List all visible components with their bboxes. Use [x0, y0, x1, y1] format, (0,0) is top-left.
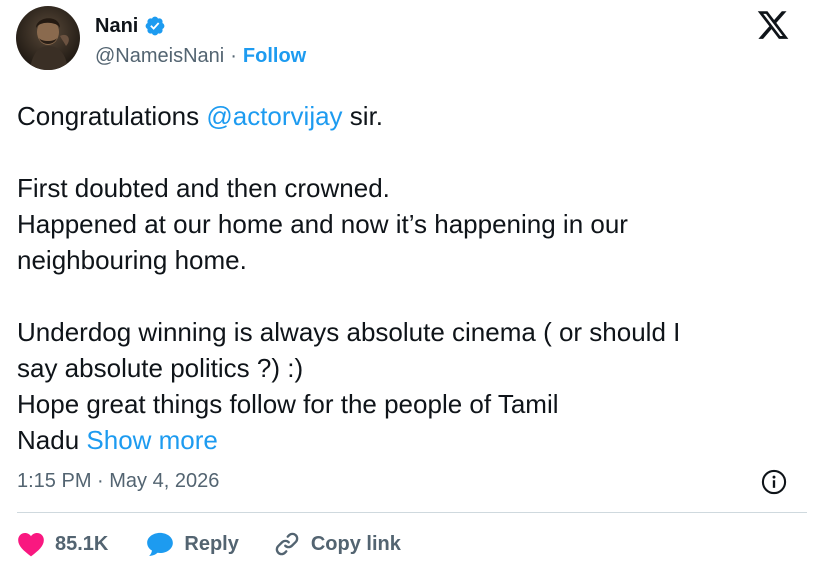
copy-link-label: Copy link [310, 532, 401, 555]
text-segment: Congratulations [17, 101, 207, 131]
separator-dot: · [230, 45, 237, 67]
like-count: 85.1K [55, 532, 109, 555]
author-name-row: Nani [95, 12, 166, 40]
link-icon [275, 532, 299, 556]
copy-link-button[interactable]: Copy link [273, 530, 401, 558]
text-segment: sir. [342, 101, 384, 131]
author-handle-row: @NameisNani · Follow [95, 45, 306, 68]
author-name[interactable]: Nani [95, 15, 138, 38]
tweet-line: Hope great things follow for the people … [17, 389, 559, 419]
tweet-line: neighbouring home. [17, 245, 247, 275]
heart-icon [18, 533, 44, 557]
show-more-link[interactable]: Show more [86, 425, 218, 455]
tweet-card: Nani @NameisNani · Follow Congratulation… [0, 0, 817, 566]
tweet-text: Congratulations @actorvijay sir. First d… [17, 98, 807, 458]
x-logo-icon[interactable] [756, 8, 790, 42]
reply-button[interactable]: Reply [146, 531, 239, 557]
like-button[interactable]: 85.1K [17, 531, 108, 557]
tweet-line: say absolute politics ?) :) [17, 353, 304, 383]
follow-button[interactable]: Follow [243, 45, 306, 68]
reply-bubble-icon [147, 532, 174, 556]
action-bar: 85.1K Reply Copy link [17, 526, 401, 562]
tweet-line: Underdog winning is always absolute cine… [17, 317, 681, 347]
verified-badge-icon [144, 15, 166, 37]
info-icon[interactable] [760, 468, 788, 496]
text-segment: Nadu [17, 425, 87, 455]
mention-link[interactable]: @actorvijay [206, 101, 342, 131]
divider [17, 512, 807, 513]
avatar[interactable] [16, 6, 80, 70]
tweet-line: Happened at our home and now it’s happen… [17, 209, 628, 239]
author-handle[interactable]: @NameisNani [95, 45, 224, 68]
reply-label: Reply [184, 532, 239, 555]
tweet-line: Nadu Show more [17, 422, 807, 458]
tweet-line: First doubted and then crowned. [17, 173, 390, 203]
tweet-line: Congratulations @actorvijay sir. [17, 98, 807, 134]
tweet-timestamp[interactable]: 1:15 PM · May 4, 2026 [17, 470, 219, 493]
